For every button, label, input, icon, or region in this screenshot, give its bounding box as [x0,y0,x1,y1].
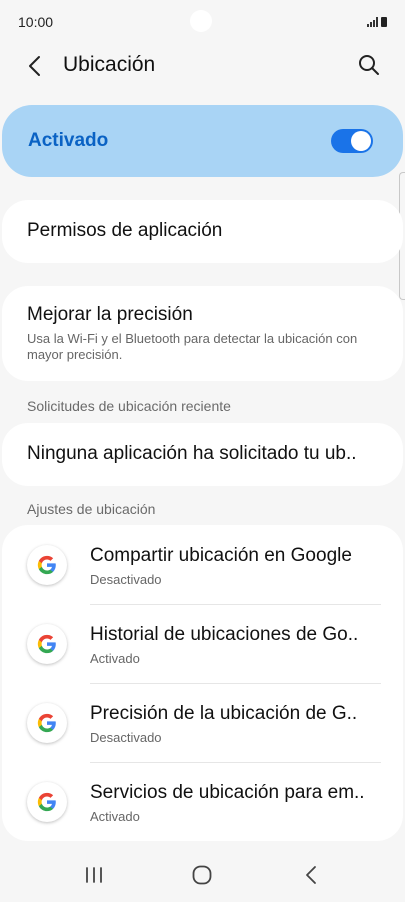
recent-requests-section-title: Solicitudes de ubicación reciente [27,398,231,414]
chevron-left-icon [29,56,40,76]
recent-requests-item: Ninguna aplicación ha solicitado tu ub.. [2,423,403,486]
location-settings-section-title: Ajustes de ubicación [27,501,156,517]
setting-google-location-accuracy[interactable]: Precisión de la ubicación de G.. Desacti… [2,683,403,762]
setting-title: Servicios de ubicación para em.. [90,782,365,803]
recent-requests-text: Ninguna aplicación ha solicitado tu ub.. [27,443,357,464]
back-icon [305,866,316,884]
improve-accuracy-title: Mejorar la precisión [27,304,193,325]
home-button[interactable] [182,855,222,895]
improve-accuracy-item[interactable]: Mejorar la precisión Usa la Wi-Fi y el B… [2,286,403,381]
setting-title: Precisión de la ubicación de G.. [90,703,358,724]
setting-status: Activado [90,651,140,666]
system-back-button[interactable] [291,855,331,895]
setting-status: Activado [90,809,140,824]
setting-status: Desactivado [90,730,162,745]
page-title: Ubicación [63,53,156,76]
setting-status: Desactivado [90,572,162,587]
app-header: Ubicación [0,40,405,92]
google-icon [27,782,67,822]
location-switch[interactable] [331,129,373,153]
location-master-toggle[interactable]: Activado [2,105,403,177]
app-permissions-item[interactable]: Permisos de aplicación [2,200,403,263]
recent-apps-button[interactable] [74,855,114,895]
recent-apps-icon [86,867,103,883]
system-nav-bar [0,848,405,902]
setting-title: Compartir ubicación en Google [90,545,352,566]
google-icon [27,545,67,585]
setting-google-location-history[interactable]: Historial de ubicaciones de Go.. Activad… [2,604,403,683]
switch-knob [351,131,371,151]
google-icon [27,703,67,743]
setting-google-location-sharing[interactable]: Compartir ubicación en Google Desactivad… [2,525,403,604]
search-icon [359,55,379,75]
google-icon [27,624,67,664]
master-toggle-label: Activado [28,130,109,151]
setting-emergency-location-service[interactable]: Servicios de ubicación para em.. Activad… [2,762,403,841]
camera-cutout [190,10,212,32]
app-permissions-label: Permisos de aplicación [27,220,223,241]
search-button[interactable] [357,53,381,77]
signal-icon [367,17,378,27]
back-button[interactable] [22,53,48,79]
home-icon [193,865,212,885]
status-icons [367,17,387,27]
setting-title: Historial de ubicaciones de Go.. [90,624,359,645]
battery-icon [381,17,387,27]
improve-accuracy-description: Usa la Wi-Fi y el Bluetooth para detecta… [27,331,358,362]
location-settings-list: Compartir ubicación en Google Desactivad… [2,525,403,841]
